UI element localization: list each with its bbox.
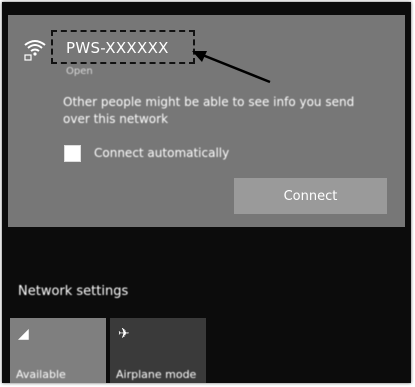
airplane-mode-tile[interactable]: ✈ Airplane mode (110, 318, 206, 383)
network-settings-link[interactable]: Network settings (18, 284, 128, 299)
wifi-tile-label: Available (16, 368, 66, 381)
network-status: Open (66, 66, 93, 77)
wifi-icon: ◢ (18, 326, 29, 342)
network-item-expanded[interactable]: PWS-XXXXXX Open Other people might be ab… (8, 15, 405, 227)
wifi-quick-action-tile[interactable]: ◢ Available (10, 318, 106, 383)
network-ssid: PWS-XXXXXX (66, 39, 169, 57)
auto-connect-checkbox[interactable] (64, 145, 81, 162)
connect-button[interactable]: Connect (234, 178, 387, 214)
airplane-icon: ✈ (118, 326, 130, 342)
wifi-icon (24, 40, 46, 61)
network-flyout-window: PWS-XXXXXX Open Other people might be ab… (2, 2, 411, 383)
open-network-warning: Other people might be able to see info y… (63, 95, 355, 126)
auto-connect-label: Connect automatically (94, 146, 230, 160)
airplane-tile-label: Airplane mode (116, 368, 197, 381)
